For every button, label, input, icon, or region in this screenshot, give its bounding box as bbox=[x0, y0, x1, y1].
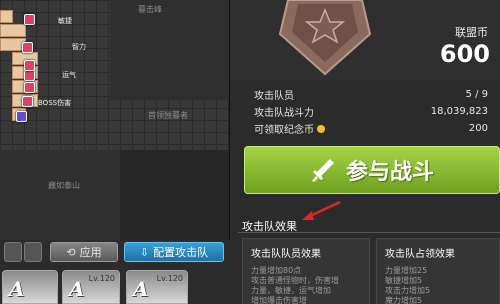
raider-stats: 攻击队员 5 / 9 攻击队战斗力 18,039,823 可领取纪念币 200 bbox=[246, 85, 496, 137]
map-region-label: 暮击峰 bbox=[138, 5, 162, 14]
stat-label: 攻击队员 bbox=[254, 91, 294, 102]
union-rank-emblem-icon bbox=[278, 0, 372, 76]
character-card[interactable]: A bbox=[2, 270, 58, 304]
slot-label: 敏捷 bbox=[58, 17, 72, 25]
raider-slot[interactable] bbox=[16, 111, 27, 122]
card-rank: A bbox=[69, 277, 85, 301]
scroll-left-button[interactable] bbox=[4, 242, 22, 262]
effect-line: 攻击普通怪物时，伤害增 bbox=[251, 276, 339, 285]
enter-battle-label: 参与战斗 bbox=[345, 160, 434, 185]
map-tile bbox=[0, 10, 13, 23]
apply-button-label: 应用 bbox=[79, 246, 102, 259]
occupation-effects-title: 攻击队占领效果 bbox=[385, 249, 455, 260]
map-region bbox=[120, 150, 229, 240]
download-arrow-icon: ⇩ bbox=[139, 245, 150, 259]
slot-label: BOSS伤害 bbox=[38, 99, 72, 107]
card-rank: A bbox=[9, 277, 25, 301]
raider-controls: ⟲ 应用 ⇩ 配置攻击队 A A Lv.120 A Lv.120 bbox=[0, 240, 230, 304]
raider-slot[interactable] bbox=[22, 96, 33, 107]
slot-label: 运气 bbox=[62, 71, 76, 79]
map-region bbox=[110, 0, 229, 100]
member-effects-title: 攻击队队员效果 bbox=[251, 249, 321, 260]
member-effects-box: 攻击队队员效果 力量增加80点 攻击普通怪物时，伤害增 力量，敏捷，运气增加 增… bbox=[242, 238, 370, 304]
card-level: Lv.120 bbox=[88, 274, 115, 283]
stat-value: 200 bbox=[468, 123, 488, 134]
annotation-arrow-icon bbox=[302, 200, 341, 220]
stat-label: 攻击队战斗力 bbox=[254, 108, 314, 119]
raider-slot[interactable] bbox=[24, 60, 35, 71]
configure-raiders-button[interactable]: ⇩ 配置攻击队 bbox=[124, 242, 224, 262]
raider-slot[interactable] bbox=[24, 70, 35, 81]
effect-line: 魔力增加5 bbox=[385, 296, 423, 304]
stat-value: 18,039,823 bbox=[430, 106, 488, 117]
sword-icon bbox=[311, 159, 334, 182]
card-rank: A bbox=[133, 277, 149, 301]
reset-icon: ⟲ bbox=[66, 245, 76, 259]
apply-button[interactable]: ⟲ 应用 bbox=[50, 242, 118, 262]
union-coin-value: 600 bbox=[439, 40, 490, 68]
union-coin-label: 联盟币 bbox=[455, 26, 488, 39]
divider bbox=[238, 232, 500, 233]
character-card[interactable]: A Lv.120 bbox=[62, 270, 120, 304]
raider-slot[interactable] bbox=[24, 14, 35, 25]
stat-members: 攻击队员 5 / 9 bbox=[254, 87, 488, 102]
stat-claimable-coins: 可领取纪念币 200 bbox=[254, 121, 488, 136]
occupation-effects-box: 攻击队占领效果 力量增加25 敏捷增加5 攻击力增加5 魔力增加5 bbox=[376, 238, 500, 304]
effect-line: 力量增加80点 bbox=[251, 266, 302, 275]
scroll-right-button[interactable] bbox=[24, 242, 42, 262]
stat-label: 可领取纪念币 bbox=[254, 125, 314, 136]
stat-label-wrap: 可领取纪念币 bbox=[254, 121, 325, 136]
map-tile bbox=[0, 24, 26, 37]
stat-power: 攻击队战斗力 18,039,823 bbox=[254, 104, 488, 119]
map-region-label: 巍如泰山 bbox=[48, 181, 80, 190]
card-level: Lv.120 bbox=[156, 274, 183, 283]
union-info-panel: 联盟币 600 攻击队员 5 / 9 攻击队战斗力 18,039,823 可领取… bbox=[230, 0, 500, 304]
configure-raiders-label: 配置攻击队 bbox=[153, 246, 209, 259]
effect-line: 增加爆击伤害增 bbox=[251, 296, 307, 304]
raider-slot[interactable] bbox=[22, 42, 33, 53]
effect-line: 攻击力增加5 bbox=[385, 286, 431, 295]
character-card[interactable]: A Lv.120 bbox=[126, 270, 188, 304]
effect-line: 敏捷增加5 bbox=[385, 276, 423, 285]
coin-icon bbox=[317, 124, 325, 133]
map-region-label: 首领独暮者 bbox=[148, 111, 188, 120]
stat-value: 5 / 9 bbox=[465, 89, 488, 100]
slot-label: 智力 bbox=[72, 43, 86, 51]
union-map[interactable]: 暮击峰 首领独暮者 巍如泰山 敏捷 智力 运气 BOSS伤害 bbox=[0, 0, 230, 240]
enter-battle-button[interactable]: 参与战斗 bbox=[244, 146, 500, 194]
raider-slot[interactable] bbox=[24, 82, 35, 93]
effect-line: 力量增加25 bbox=[385, 266, 428, 275]
union-header: 联盟币 600 bbox=[230, 0, 500, 80]
effect-line: 力量，敏捷，运气增加 bbox=[251, 286, 331, 295]
